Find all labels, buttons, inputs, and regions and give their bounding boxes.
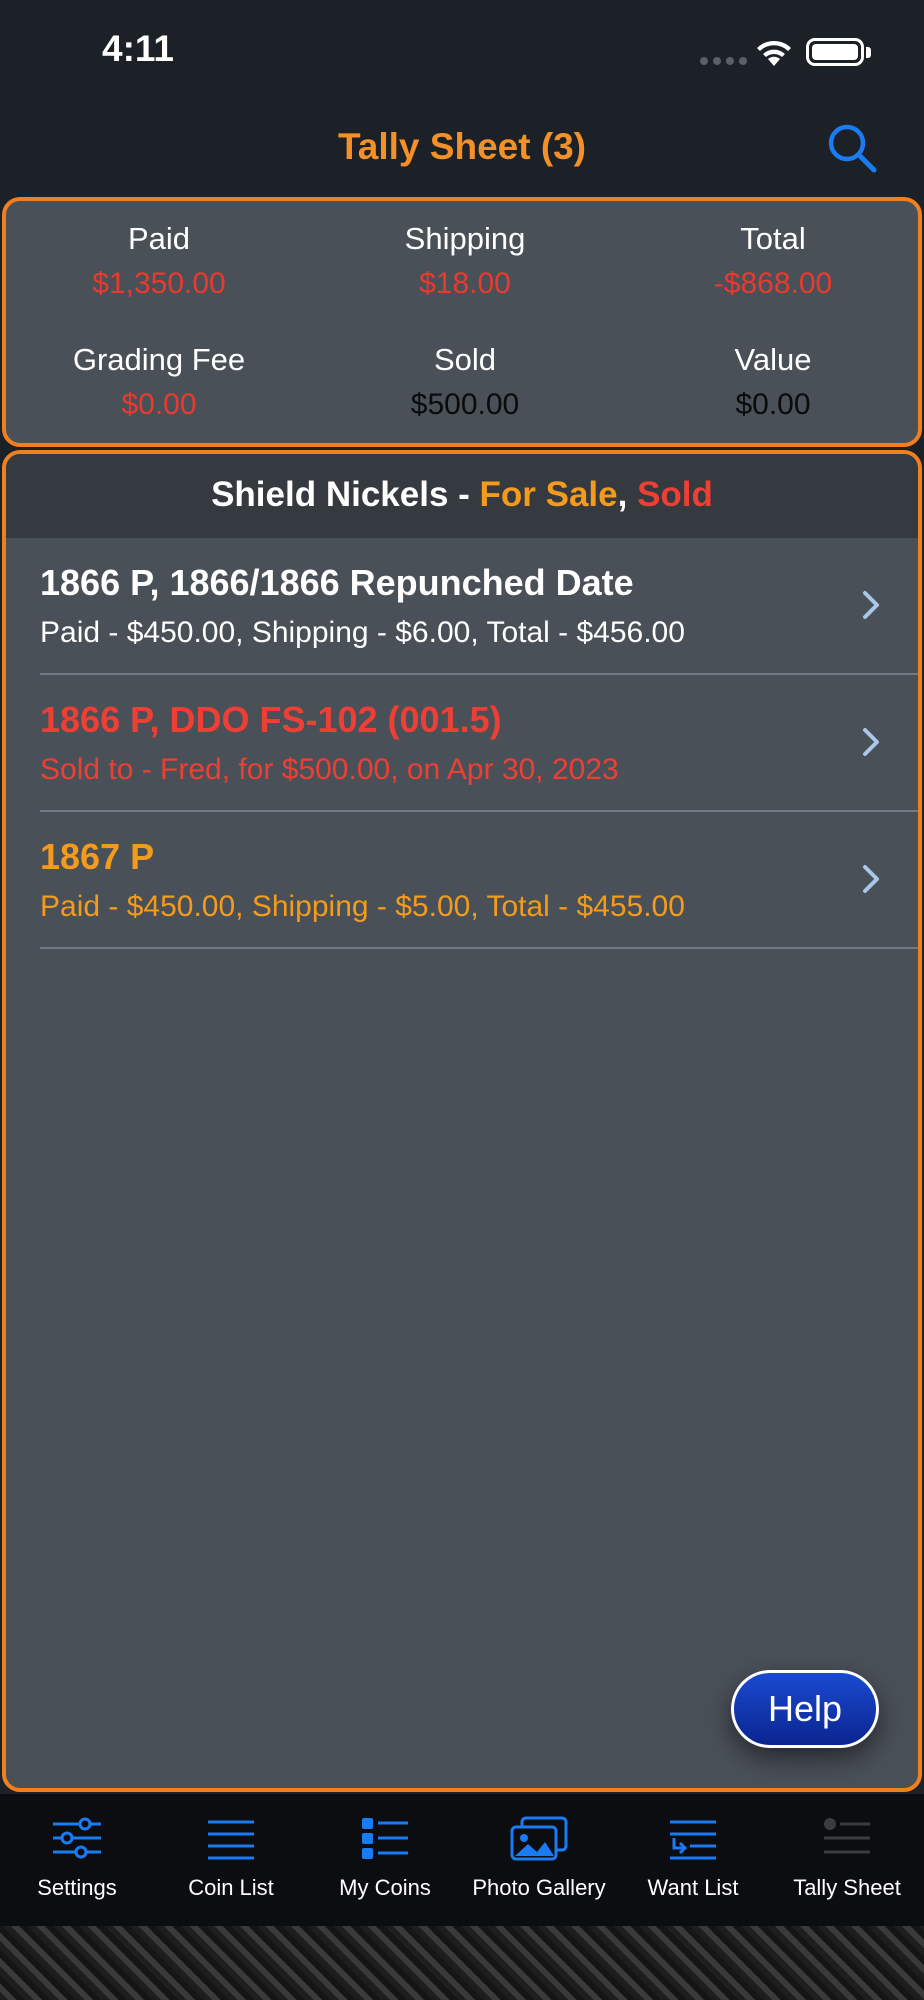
tab-coin-list[interactable]: Coin List xyxy=(154,1794,308,1926)
coin-details: Paid - $450.00, Shipping - $6.00, Total … xyxy=(40,616,685,649)
coin-title: 1867 P xyxy=(40,836,155,877)
search-icon[interactable] xyxy=(826,122,878,174)
cellular-signal-icon xyxy=(700,57,747,65)
wifi-icon xyxy=(757,40,791,66)
section-header: Shield Nickels - For Sale, Sold xyxy=(6,454,918,538)
total-value: -$868.00 xyxy=(713,267,833,300)
coin-title: 1866 P, DDO FS-102 (001.5) xyxy=(40,699,502,740)
tab-settings[interactable]: Settings xyxy=(0,1794,154,1926)
coin-list-panel: Shield Nickels - For Sale, Sold 1866 P, … xyxy=(2,450,922,1792)
tab-label: Settings xyxy=(37,1875,117,1900)
tab-label: Photo Gallery xyxy=(472,1875,606,1900)
value-value: $0.00 xyxy=(735,388,811,421)
summary-panel: Paid $1,350.00 Shipping $18.00 Total -$8… xyxy=(2,197,922,447)
battery-icon xyxy=(806,38,864,66)
legend-separator: , xyxy=(617,475,638,514)
tab-label: Coin List xyxy=(188,1875,274,1900)
status-bar: 4:11 xyxy=(0,0,924,100)
paid-value: $1,350.00 xyxy=(92,267,226,300)
coin-row[interactable]: 1867 P Paid - $450.00, Shipping - $5.00,… xyxy=(40,812,918,949)
tab-label: Want List xyxy=(647,1875,739,1900)
tab-label: My Coins xyxy=(339,1875,431,1900)
tab-photo-gallery[interactable]: Photo Gallery xyxy=(462,1794,616,1926)
tab-bar: Settings Coin List My Coins Photo Galler… xyxy=(0,1794,924,1926)
help-button[interactable]: Help xyxy=(731,1670,879,1748)
sold-cell: Sold $500.00 xyxy=(315,342,615,422)
battery-nub xyxy=(866,47,871,58)
chevron-right-icon xyxy=(863,865,879,893)
coin-details: Paid - $450.00, Shipping - $5.00, Total … xyxy=(40,890,685,923)
list-icon xyxy=(208,1820,254,1860)
status-time: 4:11 xyxy=(102,28,175,69)
chevron-right-icon xyxy=(863,591,879,619)
coin-title: 1866 P, 1866/1866 Repunched Date xyxy=(40,562,634,603)
total-label: Total xyxy=(740,221,806,256)
photos-icon xyxy=(510,1816,568,1861)
total-cell: Total -$868.00 xyxy=(623,221,923,301)
coin-details: Sold to - Fred, for $500.00, on Apr 30, … xyxy=(40,753,619,786)
paid-label: Paid xyxy=(127,221,191,256)
shipping-label: Shipping xyxy=(404,221,526,256)
value-cell: Value $0.00 xyxy=(623,342,923,422)
chevron-right-icon xyxy=(863,728,879,756)
grading-fee-cell: Grading Fee $0.00 xyxy=(9,342,309,422)
page-title: Tally Sheet (3) xyxy=(337,126,587,167)
tab-my-coins[interactable]: My Coins xyxy=(308,1794,462,1926)
sold-legend: Sold xyxy=(637,475,713,514)
tally-icon xyxy=(824,1818,870,1854)
section-title: Shield Nickels - xyxy=(211,475,480,514)
coin-row[interactable]: 1866 P, DDO FS-102 (001.5) Sold to - Fre… xyxy=(40,675,918,812)
value-label: Value xyxy=(734,342,812,377)
grading-fee-value: $0.00 xyxy=(121,388,197,421)
shipping-value: $18.00 xyxy=(419,267,511,300)
sold-label: Sold xyxy=(433,342,497,377)
shipping-cell: Shipping $18.00 xyxy=(315,221,615,301)
background-strip xyxy=(0,1926,924,2000)
paid-cell: Paid $1,350.00 xyxy=(9,221,309,301)
sliders-icon xyxy=(53,1817,101,1859)
tab-label: Tally Sheet xyxy=(793,1875,901,1900)
want-list-icon xyxy=(670,1820,716,1860)
for-sale-legend: For Sale xyxy=(479,475,618,514)
coin-row[interactable]: 1866 P, 1866/1866 Repunched Date Paid - … xyxy=(40,538,918,675)
grading-fee-label: Grading Fee xyxy=(72,342,246,377)
tab-want-list[interactable]: Want List xyxy=(616,1794,770,1926)
sold-value: $500.00 xyxy=(410,388,520,421)
tab-tally-sheet[interactable]: Tally Sheet xyxy=(770,1794,924,1926)
bulleted-list-icon xyxy=(362,1818,408,1859)
